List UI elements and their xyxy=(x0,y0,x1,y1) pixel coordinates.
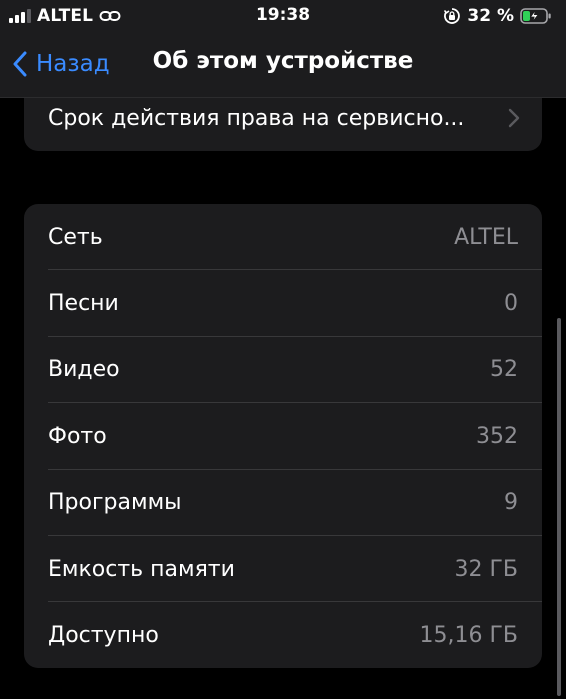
info-row-applications: Программы 9 xyxy=(24,470,542,536)
battery-percent: 32 % xyxy=(467,6,514,26)
service-coverage-label: Срок действия права на сервисно... xyxy=(48,106,465,131)
status-right: 32 % xyxy=(443,5,552,27)
info-label: Фото xyxy=(48,423,107,449)
info-label: Песни xyxy=(48,291,119,317)
info-value: 32 ГБ xyxy=(454,556,519,582)
battery-charging-icon xyxy=(520,8,551,24)
navigation-bar: Назад Об этом устройстве xyxy=(0,32,566,98)
info-row-songs: Песни 0 xyxy=(24,270,542,337)
page-title: Об этом устройстве xyxy=(152,48,414,74)
info-row-available: Доступно 15,16 ГБ xyxy=(24,602,542,668)
info-row-network: Сеть ALTEL xyxy=(24,204,542,271)
info-label: Программы xyxy=(48,490,182,516)
info-value: 352 xyxy=(476,423,518,449)
info-label: Емкость памяти xyxy=(48,556,235,582)
info-label: Сеть xyxy=(48,224,103,250)
status-bar: ALTEL 19:38 32 % xyxy=(0,0,566,32)
info-label: Доступно xyxy=(48,623,159,649)
info-value: 9 xyxy=(504,490,518,516)
scroll-indicator[interactable] xyxy=(557,318,561,696)
info-row-videos: Видео 52 xyxy=(24,337,542,404)
info-row-photos: Фото 352 xyxy=(24,403,542,470)
info-value: ALTEL xyxy=(454,224,518,250)
chevron-right-icon xyxy=(508,108,520,128)
info-value: 15,16 ГБ xyxy=(419,623,518,649)
info-value: 52 xyxy=(490,357,518,383)
info-row-capacity: Емкость памяти 32 ГБ xyxy=(24,536,542,603)
device-info-list: Сеть ALTEL Песни 0 Видео 52 Фото 352 Про… xyxy=(24,204,542,668)
info-value: 0 xyxy=(504,291,518,317)
info-label: Видео xyxy=(48,357,120,383)
orientation-lock-icon xyxy=(444,8,461,24)
